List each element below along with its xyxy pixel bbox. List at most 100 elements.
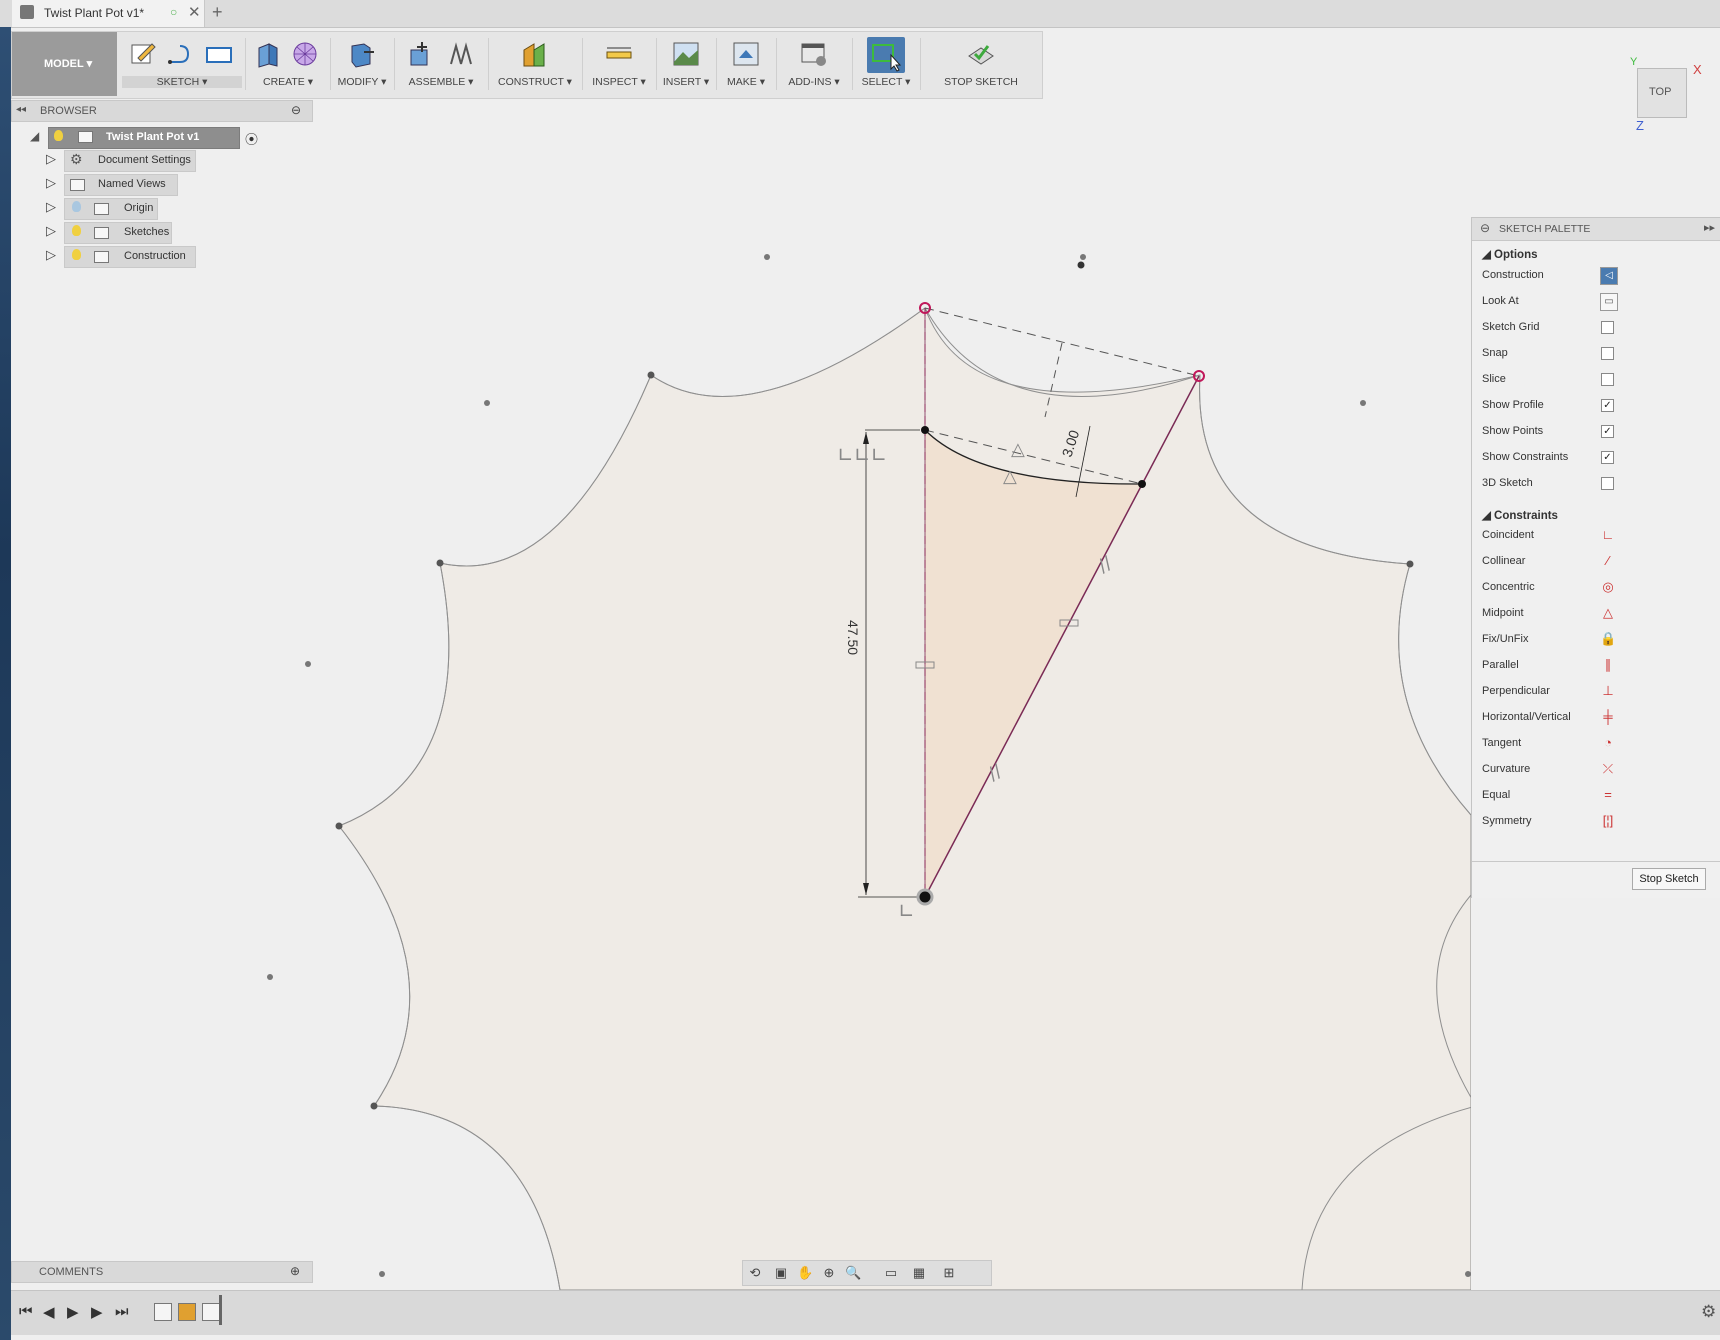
constraint-row[interactable]: Concentric ◎: [1482, 578, 1712, 598]
look-at-icon[interactable]: ▣: [773, 1265, 789, 1281]
pan-icon[interactable]: ✋: [797, 1265, 813, 1281]
dimension-vertical-text[interactable]: 47.50: [845, 620, 861, 655]
palette-option-checkbox[interactable]: ✓: [1601, 425, 1614, 438]
timeline-sketch-feature-icon[interactable]: [154, 1303, 172, 1321]
insert-image-icon[interactable]: [671, 40, 701, 68]
close-tab-icon[interactable]: ✕: [188, 3, 201, 21]
extrude-icon[interactable]: [253, 40, 283, 68]
coincident-icon[interactable]: ∟: [1600, 527, 1616, 543]
toolbar-group-create[interactable]: CREATE ▾: [248, 32, 328, 96]
zoom-icon[interactable]: ⊕: [821, 1265, 837, 1281]
constraints-section-header[interactable]: ◢ Constraints: [1482, 508, 1558, 522]
curvature-icon[interactable]: ⤫: [1600, 761, 1616, 777]
grid-settings-icon[interactable]: ▦: [911, 1265, 927, 1281]
equal-icon[interactable]: =: [1600, 787, 1616, 803]
palette-option-row[interactable]: Slice: [1482, 370, 1712, 390]
constraint-row[interactable]: Collinear ⁄: [1482, 552, 1712, 572]
constraint-row[interactable]: Parallel ∥: [1482, 656, 1712, 676]
constraint-row[interactable]: Midpoint △: [1482, 604, 1712, 624]
stop-sketch-button[interactable]: Stop Sketch: [1632, 868, 1706, 890]
constraint-row[interactable]: Fix/UnFix 🔒: [1482, 630, 1712, 650]
minimize-palette-icon[interactable]: ⊖: [1480, 221, 1490, 235]
expand-root-icon[interactable]: ◢: [30, 129, 39, 143]
palette-option-checkbox[interactable]: ✓: [1601, 399, 1614, 412]
palette-option-checkbox[interactable]: [1601, 347, 1614, 360]
stop-sketch-icon[interactable]: [966, 40, 996, 68]
play-icon[interactable]: ▶: [67, 1303, 79, 1321]
sketch-palette-header[interactable]: ⊖ SKETCH PALETTE ▸▸: [1472, 218, 1720, 241]
coincident-constraint-icon[interactable]: ∟: [898, 899, 915, 923]
collinear-icon[interactable]: ⁄: [1600, 553, 1616, 569]
visibility-bulb-icon[interactable]: [72, 201, 81, 212]
visibility-bulb-icon[interactable]: [54, 130, 63, 141]
expand-triangle-icon[interactable]: ▷: [46, 175, 56, 191]
constraint-row[interactable]: Horizontal/Vertical ╪: [1482, 708, 1712, 728]
minimize-browser-icon[interactable]: ⊖: [291, 103, 301, 117]
palette-option-checkbox[interactable]: ✓: [1601, 451, 1614, 464]
constraint-row[interactable]: Equal =: [1482, 786, 1712, 806]
palette-option-checkbox[interactable]: [1601, 373, 1614, 386]
step-forward-icon[interactable]: ▶: [91, 1303, 103, 1321]
fix-unfix-icon[interactable]: 🔒: [1600, 631, 1616, 647]
parallel-icon[interactable]: ∥: [1600, 657, 1616, 673]
browser-root-node[interactable]: ◢ Twist Plant Pot v1 ⦿: [30, 127, 258, 149]
constraint-row[interactable]: Curvature ⤫: [1482, 760, 1712, 780]
timeline-plane-feature-icon[interactable]: [178, 1303, 196, 1321]
new-tab-button[interactable]: +: [212, 2, 223, 23]
measure-icon[interactable]: [604, 40, 634, 68]
toolbar-group-modify[interactable]: MODIFY ▾: [332, 32, 392, 96]
constraint-row[interactable]: Symmetry [¦]: [1482, 812, 1712, 832]
viewports-icon[interactable]: ⊞: [941, 1265, 957, 1281]
document-tab[interactable]: Twist Plant Pot v1* ○ ✕: [12, 0, 205, 27]
view-cube[interactable]: TOP: [1637, 68, 1687, 118]
palette-option-row[interactable]: 3D Sketch: [1482, 474, 1712, 494]
constraint-row[interactable]: Coincident ∟: [1482, 526, 1712, 546]
toolbar-group-make[interactable]: MAKE ▾: [718, 32, 774, 96]
orbit-icon[interactable]: ⟲: [747, 1265, 763, 1281]
midpoint-constraint-icon[interactable]: △: [1003, 466, 1017, 487]
sketch-point[interactable]: [1077, 261, 1085, 269]
expand-triangle-icon[interactable]: ▷: [46, 199, 56, 215]
timeline-settings-gear-icon[interactable]: ⚙: [1701, 1302, 1716, 1322]
add-comment-icon[interactable]: ⊕: [290, 1264, 300, 1278]
browser-item-named-views[interactable]: ▷ Named Views: [46, 174, 206, 196]
workspace-switcher-button[interactable]: MODEL ▾: [12, 32, 117, 96]
symmetry-icon[interactable]: [¦]: [1600, 813, 1616, 829]
press-pull-icon[interactable]: [346, 40, 376, 68]
palette-option-checkbox[interactable]: [1601, 321, 1614, 334]
display-settings-icon[interactable]: ▭: [883, 1265, 899, 1281]
palette-option-row[interactable]: Look At ▭: [1482, 292, 1712, 312]
sketch-point[interactable]: [921, 426, 929, 434]
3d-print-icon[interactable]: [731, 40, 761, 68]
toolbar-group-inspect[interactable]: INSPECT ▾: [584, 32, 654, 96]
offset-plane-icon[interactable]: [520, 40, 550, 68]
joint-icon[interactable]: [446, 40, 476, 68]
rectangle-tool-icon[interactable]: [204, 40, 234, 68]
construction-toggle-icon[interactable]: ◁: [1600, 267, 1618, 285]
palette-option-row[interactable]: Sketch Grid: [1482, 318, 1712, 338]
constraint-row[interactable]: Tangent ◔: [1482, 734, 1712, 754]
select-tool-icon[interactable]: [867, 37, 905, 73]
coincident-constraint-icon[interactable]: ∟∟∟: [837, 443, 887, 467]
toolbar-group-stop-sketch[interactable]: STOP SKETCH: [922, 32, 1040, 96]
collapse-panel-icon[interactable]: ◂◂: [16, 104, 26, 115]
perpendicular-icon[interactable]: ⊥: [1600, 683, 1616, 699]
toolbar-group-sketch[interactable]: SKETCH ▾: [122, 32, 242, 96]
toolbar-group-assemble[interactable]: ASSEMBLE ▾: [396, 32, 486, 96]
concentric-icon[interactable]: ◎: [1600, 579, 1616, 595]
midpoint-constraint-icon[interactable]: △: [1011, 439, 1025, 460]
toolbar-group-construct[interactable]: CONSTRUCT ▾: [490, 32, 580, 96]
fit-icon[interactable]: 🔍: [845, 1265, 861, 1281]
sketch-canvas[interactable]: 47.50 3.00 △ △ ∟∟∟ ∟ // //: [11, 215, 1471, 1290]
new-component-icon[interactable]: [406, 40, 436, 68]
sketch-point[interactable]: [1138, 480, 1146, 488]
palette-option-row[interactable]: Show Points ✓: [1482, 422, 1712, 442]
palette-option-row[interactable]: Snap: [1482, 344, 1712, 364]
browser-panel-header[interactable]: ◂◂ BROWSER ⊖: [11, 100, 313, 122]
tangent-icon[interactable]: ◔: [1600, 735, 1616, 751]
expand-triangle-icon[interactable]: ▷: [46, 151, 56, 167]
go-to-end-icon[interactable]: ⏭: [115, 1303, 129, 1320]
form-icon[interactable]: [290, 40, 320, 68]
step-back-icon[interactable]: ◀: [43, 1303, 55, 1321]
comments-panel-header[interactable]: COMMENTS ⊕: [11, 1261, 313, 1283]
